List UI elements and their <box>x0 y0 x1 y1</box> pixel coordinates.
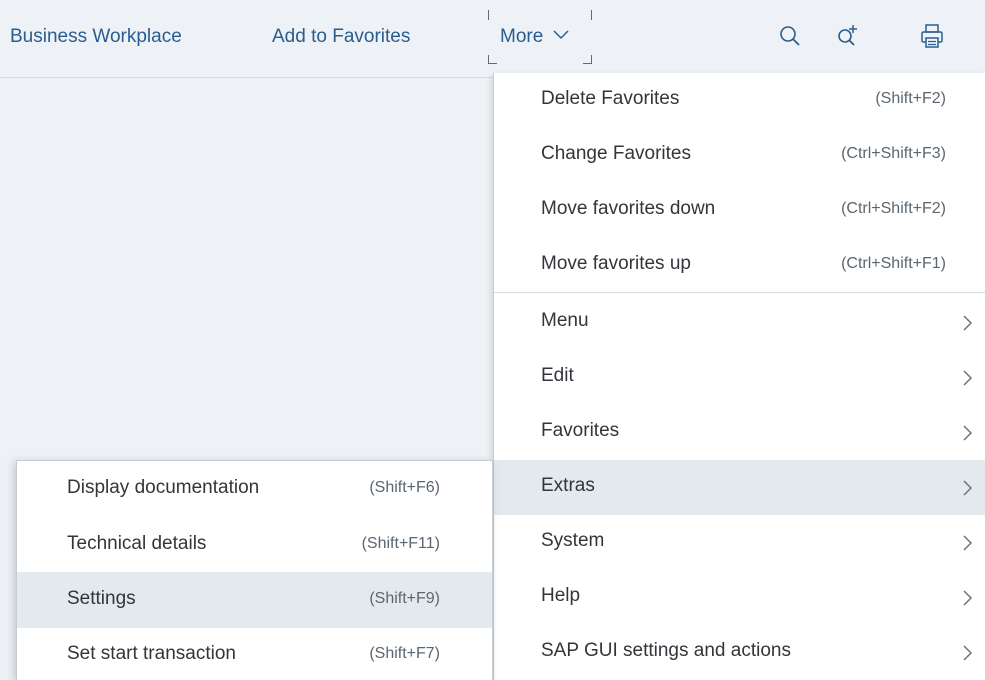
more-label: More <box>500 26 544 47</box>
menu-item-menu[interactable]: Menu <box>494 295 985 350</box>
chevron-right-icon <box>963 590 973 606</box>
submenu-item-label: Technical details <box>67 533 207 554</box>
chevron-down-icon <box>553 30 569 40</box>
chevron-right-icon <box>963 370 973 386</box>
print-icon[interactable] <box>918 22 946 50</box>
submenu-item-label: Display documentation <box>67 477 260 498</box>
menu-item-label: Move favorites up <box>541 253 691 274</box>
chevron-right-icon <box>963 315 973 331</box>
submenu-item-shortcut: (Shift+F7) <box>369 645 440 662</box>
submenu-item-settings[interactable]: Settings (Shift+F9) <box>17 572 492 628</box>
menu-item-label: System <box>541 530 605 551</box>
menu-item-label: SAP GUI settings and actions <box>541 640 791 661</box>
chevron-right-icon <box>963 425 973 441</box>
menu-item-system[interactable]: System <box>494 515 985 570</box>
menu-item-label: Change Favorites <box>541 143 691 164</box>
menu-item-delete-favorites[interactable]: Delete Favorites (Shift+F2) <box>494 73 985 128</box>
submenu-item-technical-details[interactable]: Technical details (Shift+F11) <box>17 517 492 573</box>
chevron-right-icon <box>963 645 973 661</box>
menu-item-shortcut: (Ctrl+Shift+F1) <box>841 255 946 272</box>
extras-submenu: Display documentation (Shift+F6) Technic… <box>16 460 493 680</box>
submenu-item-set-start-transaction[interactable]: Set start transaction (Shift+F7) <box>17 627 492 680</box>
more-button[interactable]: More <box>488 10 592 64</box>
submenu-item-display-documentation[interactable]: Display documentation (Shift+F6) <box>17 461 492 517</box>
submenu-item-shortcut: (Shift+F9) <box>369 590 440 607</box>
more-dropdown-menu: Delete Favorites (Shift+F2) Change Favor… <box>493 73 985 680</box>
menu-item-sap-gui-settings[interactable]: SAP GUI settings and actions <box>494 625 985 680</box>
menu-item-move-favorites-up[interactable]: Move favorites up (Ctrl+Shift+F1) <box>494 238 985 293</box>
business-workplace-button[interactable]: Business Workplace <box>10 26 182 48</box>
menu-item-help[interactable]: Help <box>494 570 985 625</box>
menu-item-label: Delete Favorites <box>541 88 680 109</box>
chevron-right-icon <box>963 535 973 551</box>
submenu-item-shortcut: (Shift+F6) <box>369 479 440 496</box>
menu-divider <box>494 292 985 293</box>
menu-item-label: Help <box>541 585 581 606</box>
submenu-item-label: Set start transaction <box>67 643 236 664</box>
menu-item-shortcut: (Ctrl+Shift+F2) <box>841 200 946 217</box>
toolbar: Business Workplace Add to Favorites More <box>0 0 985 78</box>
add-to-favorites-button[interactable]: Add to Favorites <box>272 26 410 48</box>
menu-item-label: Favorites <box>541 420 620 441</box>
search-plus-icon[interactable] <box>834 22 862 50</box>
menu-item-extras[interactable]: Extras <box>494 460 985 515</box>
menu-item-favorites[interactable]: Favorites <box>494 405 985 460</box>
menu-item-label: Extras <box>541 475 595 496</box>
menu-item-move-favorites-down[interactable]: Move favorites down (Ctrl+Shift+F2) <box>494 183 985 238</box>
chevron-right-icon <box>963 480 973 496</box>
menu-item-change-favorites[interactable]: Change Favorites (Ctrl+Shift+F3) <box>494 128 985 183</box>
submenu-item-label: Settings <box>67 588 136 609</box>
menu-item-label: Move favorites down <box>541 198 716 219</box>
search-icon[interactable] <box>776 22 804 50</box>
menu-item-edit[interactable]: Edit <box>494 350 985 405</box>
menu-item-shortcut: (Ctrl+Shift+F3) <box>841 145 946 162</box>
submenu-item-shortcut: (Shift+F11) <box>361 535 440 552</box>
menu-item-label: Edit <box>541 365 574 386</box>
menu-item-label: Menu <box>541 310 589 331</box>
menu-item-shortcut: (Shift+F2) <box>875 90 946 107</box>
page: Business Workplace Add to Favorites More <box>0 0 985 680</box>
